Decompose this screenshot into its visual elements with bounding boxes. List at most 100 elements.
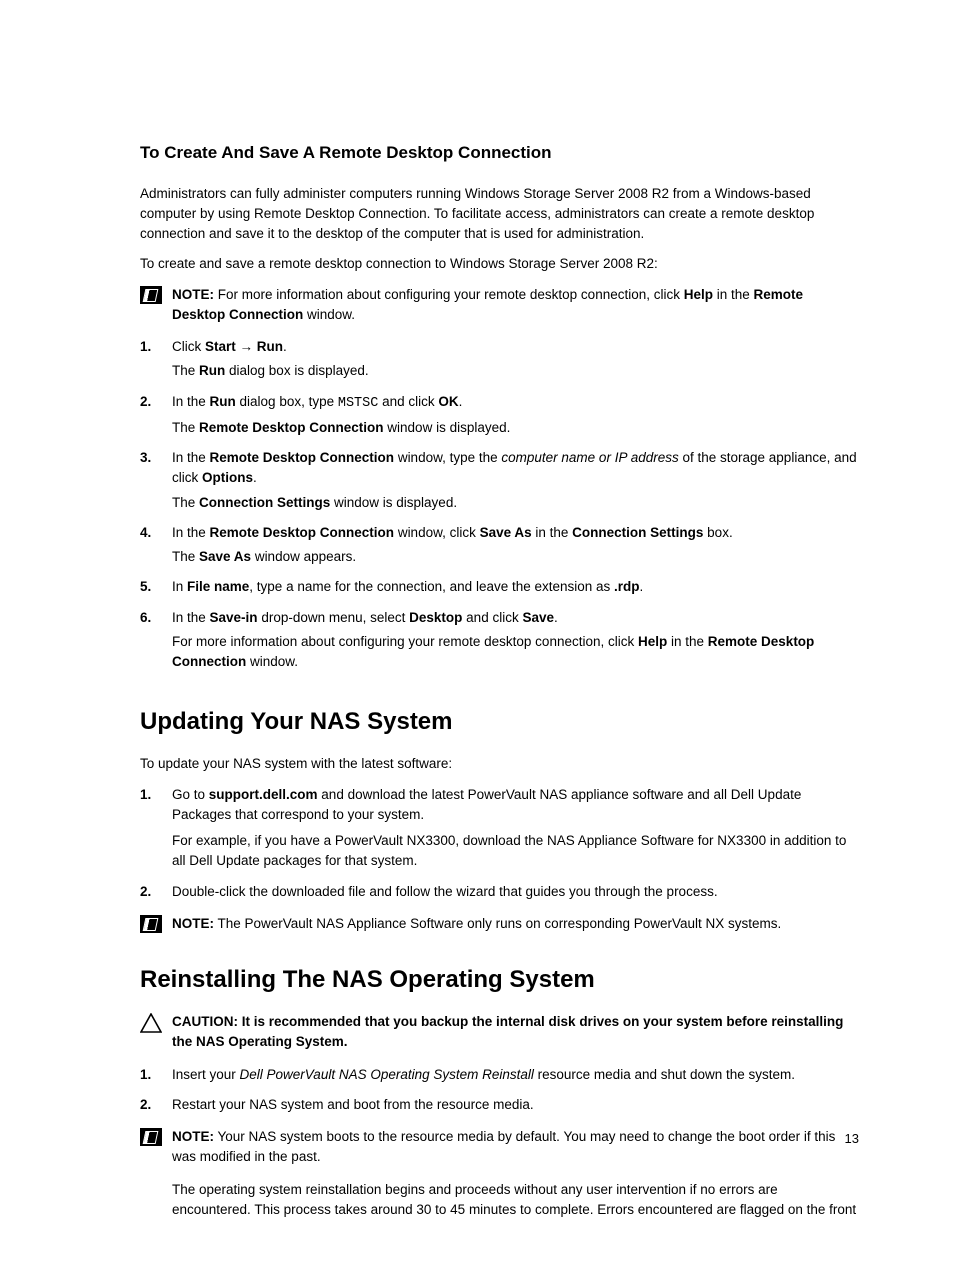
t: Save [522, 610, 554, 625]
step-number: 2. [140, 882, 172, 906]
t: in the [667, 634, 708, 649]
paragraph-intro: To update your NAS system with the lates… [140, 754, 859, 774]
step-list-3: 1. Insert your Dell PowerVault NAS Opera… [140, 1065, 859, 1120]
t: window, type the [394, 450, 501, 465]
t: File name [187, 579, 249, 594]
note-label: NOTE: [172, 287, 214, 302]
t: For more information about configuring y… [214, 287, 684, 302]
t: The [172, 549, 199, 564]
t: Connection Settings [199, 495, 330, 510]
t: Run [210, 394, 236, 409]
page-number: 13 [845, 1129, 859, 1149]
t: Desktop [409, 610, 462, 625]
t: Dell PowerVault NAS Operating System Rei… [240, 1067, 534, 1082]
t: and click [462, 610, 522, 625]
step-list-2: 1. Go to support.dell.com and download t… [140, 785, 859, 906]
t: The [172, 495, 199, 510]
t: Restart your NAS system and boot from th… [172, 1097, 534, 1112]
t: Save As [480, 525, 532, 540]
t: The [172, 363, 199, 378]
t: window appears. [251, 549, 356, 564]
t: OK [438, 394, 458, 409]
heading-reinstalling-nas-os: Reinstalling The NAS Operating System [140, 962, 859, 998]
t: and click [378, 394, 438, 409]
t: computer name or IP address [501, 450, 678, 465]
t: Your NAS system boots to the resource me… [172, 1129, 835, 1164]
t: resource media and shut down the system. [534, 1067, 795, 1082]
t: in the [532, 525, 573, 540]
step-item: 1. Go to support.dell.com and download t… [140, 785, 859, 876]
t: dialog box is displayed. [225, 363, 368, 378]
caution-icon [140, 1013, 162, 1033]
step-item: 1. Insert your Dell PowerVault NAS Opera… [140, 1065, 859, 1089]
note-box: NOTE: For more information about configu… [140, 285, 859, 326]
t: window. [303, 307, 355, 322]
note-label: NOTE: [172, 916, 214, 931]
t: window is displayed. [330, 495, 457, 510]
step-item: 5. In File name, type a name for the con… [140, 577, 859, 601]
step-number: 1. [140, 1065, 172, 1089]
t: window, click [394, 525, 480, 540]
t: Remote Desktop Connection [199, 420, 384, 435]
t: Options [202, 470, 253, 485]
step-list-1: 1. Click Start → Run. The Run dialog box… [140, 337, 859, 676]
step-item: 2. Restart your NAS system and boot from… [140, 1095, 859, 1119]
note-box: NOTE: The PowerVault NAS Appliance Softw… [140, 914, 859, 934]
t: box. [703, 525, 732, 540]
paragraph-intro: Administrators can fully administer comp… [140, 184, 859, 245]
step-item: 6. In the Save-in drop-down menu, select… [140, 608, 859, 677]
t: In the [172, 450, 210, 465]
t: For more information about configuring y… [172, 634, 638, 649]
caution-box: CAUTION: It is recommended that you back… [140, 1012, 859, 1053]
step-number: 2. [140, 1095, 172, 1119]
t: . [554, 610, 558, 625]
t: The PowerVault NAS Appliance Software on… [214, 916, 781, 931]
t: In [172, 579, 187, 594]
t: The [172, 420, 199, 435]
t: MSTSC [338, 396, 379, 411]
step-number: 2. [140, 392, 172, 443]
t: support.dell.com [209, 787, 318, 802]
paragraph-intro2: To create and save a remote desktop conn… [140, 254, 859, 274]
t: , type a name for the connection, and le… [249, 579, 614, 594]
t: window is displayed. [384, 420, 511, 435]
t: In the [172, 394, 210, 409]
t: Insert your [172, 1067, 240, 1082]
t: dialog box, type [236, 394, 338, 409]
step-number: 6. [140, 608, 172, 677]
t: in the [713, 287, 754, 302]
t: Connection Settings [572, 525, 703, 540]
t: Remote Desktop Connection [210, 525, 395, 540]
caution-text: CAUTION: It is recommended that you back… [172, 1012, 859, 1053]
step-item: 2. In the Run dialog box, type MSTSC and… [140, 392, 859, 443]
t: Save-in [210, 610, 258, 625]
paragraph-outro: The operating system reinstallation begi… [172, 1180, 859, 1221]
step-item: 3. In the Remote Desktop Connection wind… [140, 448, 859, 517]
note-box: NOTE: Your NAS system boots to the resou… [140, 1127, 859, 1168]
t: window. [246, 654, 298, 669]
note-text: NOTE: For more information about configu… [172, 285, 859, 326]
t: Save As [199, 549, 251, 564]
step-item: 2. Double-click the downloaded file and … [140, 882, 859, 906]
t: Help [684, 287, 713, 302]
step-number: 1. [140, 785, 172, 876]
note-icon [140, 915, 162, 933]
t: For example, if you have a PowerVault NX… [172, 833, 846, 868]
t: . [283, 339, 287, 354]
note-text: NOTE: The PowerVault NAS Appliance Softw… [172, 914, 859, 934]
note-label: NOTE: [172, 1129, 214, 1144]
t: drop-down menu, select [258, 610, 410, 625]
t: Run [199, 363, 225, 378]
t: Go to [172, 787, 209, 802]
step-number: 5. [140, 577, 172, 601]
note-text: NOTE: Your NAS system boots to the resou… [172, 1127, 859, 1168]
t: . [253, 470, 257, 485]
t: . [459, 394, 463, 409]
t: Start → Run [205, 339, 283, 354]
t: . [640, 579, 644, 594]
t: Click [172, 339, 205, 354]
step-item: 4. In the Remote Desktop Connection wind… [140, 523, 859, 572]
step-number: 3. [140, 448, 172, 517]
t: Remote Desktop Connection [210, 450, 395, 465]
step-number: 1. [140, 337, 172, 386]
